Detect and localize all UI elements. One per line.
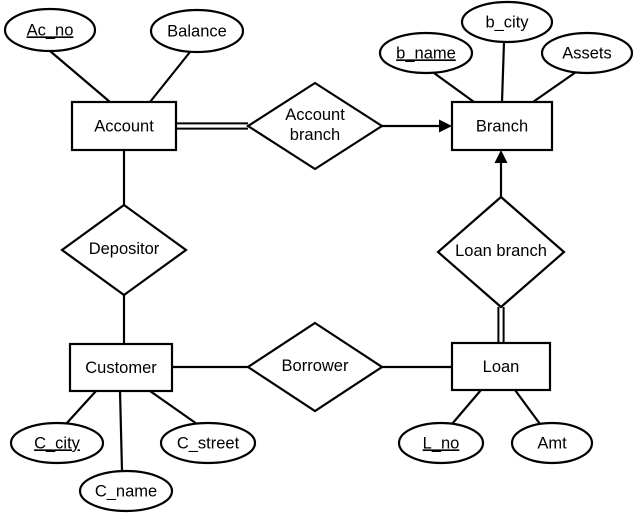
attribute-label-key: C_city bbox=[34, 434, 81, 452]
er-diagram-canvas: Account branch Depositor Loan branch Borrowe… bbox=[0, 0, 633, 513]
attribute-link-c-street bbox=[149, 390, 198, 425]
entity-account[interactable]: Account bbox=[70, 100, 178, 152]
edge-account-to-account-branch bbox=[176, 122, 248, 130]
relationship-label: Depositor bbox=[89, 240, 160, 258]
attribute-label: b_city bbox=[485, 13, 529, 31]
edge-loan-to-loan-branch bbox=[497, 307, 505, 343]
attribute-l-no[interactable]: L_no bbox=[397, 421, 485, 465]
entity-label: Account bbox=[94, 117, 154, 135]
entity-loan[interactable]: Loan bbox=[450, 341, 552, 392]
entity-label: Branch bbox=[476, 117, 528, 135]
edge-account-branch-to-branch bbox=[382, 119, 452, 133]
attribute-c-name[interactable]: C_name bbox=[78, 469, 174, 513]
attribute-assets[interactable]: Assets bbox=[540, 31, 633, 75]
attribute-label: Assets bbox=[562, 44, 612, 62]
relationship-depositor[interactable]: Depositor bbox=[60, 203, 188, 297]
entity-label: Customer bbox=[85, 359, 157, 377]
attribute-link-c-city bbox=[65, 390, 97, 425]
entity-customer[interactable]: Customer bbox=[68, 342, 174, 393]
attribute-ac-no[interactable]: Ac_no bbox=[3, 7, 97, 53]
attribute-link-balance bbox=[149, 51, 191, 103]
relationship-loan-branch[interactable]: Loan branch bbox=[436, 195, 566, 309]
attribute-link-assets bbox=[532, 71, 577, 103]
attribute-label-key: Ac_no bbox=[27, 21, 74, 39]
attribute-amt[interactable]: Amt bbox=[510, 421, 594, 465]
attribute-link-l-no bbox=[451, 389, 482, 425]
attribute-link-c-name bbox=[118, 390, 124, 472]
attribute-link-ac-no bbox=[49, 50, 111, 103]
attribute-b-name[interactable]: b_name bbox=[378, 31, 474, 75]
attribute-label: Amt bbox=[537, 434, 567, 452]
attribute-link-b-name bbox=[433, 72, 475, 103]
relationship-borrower[interactable]: Borrower bbox=[245, 321, 385, 413]
attribute-label-key: b_name bbox=[396, 44, 456, 62]
attribute-c-city[interactable]: C_city bbox=[9, 421, 105, 465]
attribute-b-city[interactable]: b_city bbox=[460, 0, 554, 44]
attribute-label: C_street bbox=[177, 434, 240, 452]
attribute-balance[interactable]: Balance bbox=[149, 8, 245, 54]
attribute-c-street[interactable]: C_street bbox=[159, 421, 257, 465]
attribute-label-key: L_no bbox=[423, 434, 460, 452]
entity-branch[interactable]: Branch bbox=[450, 100, 554, 152]
entity-label: Loan bbox=[483, 358, 520, 376]
arrow-head-icon bbox=[494, 150, 508, 163]
relationship-label: Borrower bbox=[282, 357, 349, 375]
edge-loan-branch-to-branch bbox=[494, 150, 508, 197]
attribute-label: Balance bbox=[167, 22, 227, 40]
relationship-label: Loan branch bbox=[455, 242, 547, 260]
attribute-link-b-city bbox=[500, 41, 506, 103]
arrow-head-icon bbox=[439, 119, 452, 133]
relationship-account-branch[interactable]: Account branch bbox=[245, 81, 385, 171]
attribute-link-amt bbox=[514, 389, 541, 425]
attribute-label: C_name bbox=[95, 482, 157, 500]
